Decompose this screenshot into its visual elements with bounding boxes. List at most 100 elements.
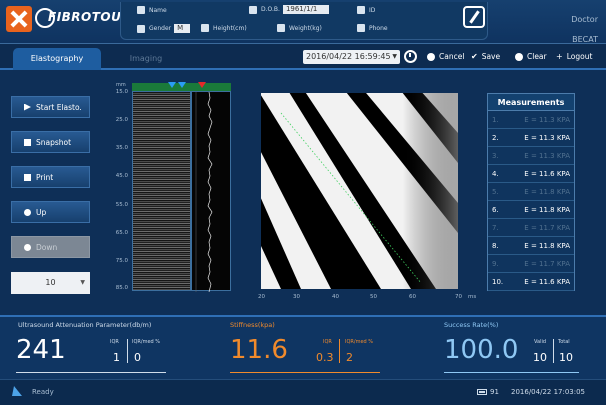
name-label: Name <box>149 6 167 14</box>
measurement-row[interactable]: 6. E = 11.8 KPA <box>488 201 574 219</box>
elastogram-image <box>261 93 458 289</box>
uap-underline <box>16 372 166 373</box>
success-divider <box>553 339 554 363</box>
depth-tick: 35.0 <box>115 145 128 151</box>
measurement-value: E = 11.6 KPA <box>524 169 570 178</box>
dob-value[interactable]: 1961/1/1 <box>282 5 329 14</box>
history-clock-icon[interactable] <box>404 50 417 63</box>
measurement-value: E = 11.7 KPA <box>524 259 570 268</box>
total-value: 10 <box>559 351 573 364</box>
start-elasto-button[interactable]: Start Elasto. <box>11 96 90 118</box>
measurement-index: 8. <box>492 241 499 250</box>
cancel-icon <box>427 52 435 61</box>
save-label: Save <box>481 52 501 61</box>
uap-iqr-value: 1 <box>113 351 120 364</box>
time-unit-label: ms <box>468 294 477 300</box>
tab-imaging[interactable]: Imaging <box>102 48 190 70</box>
phone-label: Phone <box>369 24 388 32</box>
battery-icon <box>477 389 487 395</box>
gender-value[interactable]: M <box>174 24 191 33</box>
stiffness-value: 11.6 <box>230 335 288 365</box>
stiffness-panel: Stiffness(kpa) 11.6 IQR 0.3 IQR/med % 2 <box>200 317 400 381</box>
measurement-index: 10. <box>492 277 504 286</box>
marker-blue-icon <box>168 82 176 88</box>
time-axis: 20 30 40 50 60 70 ms <box>256 294 476 304</box>
measurements-table: Measurements 1. E = 11.3 KPA 2. E = 11.3 KP… <box>487 93 575 291</box>
measurement-index: 5. <box>492 187 499 196</box>
measurement-row[interactable]: 10. E = 11.6 KPA <box>488 273 574 291</box>
id-field[interactable]: ID <box>357 6 375 14</box>
measurement-value: E = 11.8 KPA <box>524 241 570 250</box>
valid-label: Valid <box>534 339 547 345</box>
marker-red-icon <box>198 82 206 88</box>
valid-value: 10 <box>533 351 547 364</box>
system-time: 2016/04/22 17:03:05 <box>511 388 586 396</box>
down-icon <box>24 243 31 251</box>
height-field[interactable]: Height(cm) <box>201 24 247 32</box>
phone-field[interactable]: Phone <box>357 24 388 32</box>
measurement-row[interactable]: 5. E = 11.8 KPA <box>488 183 574 201</box>
stiffness-iqr-label: IQR <box>323 339 332 345</box>
exam-datetime-select[interactable]: 2016/04/22 16:59:45 ▼ <box>303 50 400 64</box>
cancel-button[interactable]: Cancel <box>427 52 464 61</box>
gender-icon <box>137 24 145 33</box>
measurement-row[interactable]: 2. E = 11.3 KPA <box>488 129 574 147</box>
measurement-row[interactable]: 9. E = 11.7 KPA <box>488 255 574 273</box>
save-button[interactable]: ✔ Save <box>471 52 500 61</box>
up-button[interactable]: Up <box>11 201 90 223</box>
measurements-title: Measurements <box>488 94 574 111</box>
measurement-row[interactable]: 8. E = 11.8 KPA <box>488 237 574 255</box>
success-underline <box>444 372 579 373</box>
edit-patient-icon[interactable] <box>463 6 485 28</box>
up-icon <box>24 208 31 216</box>
stiffness-iqrmed-value: 2 <box>346 351 353 364</box>
down-button[interactable]: Down <box>11 236 90 258</box>
printer-icon <box>24 173 31 181</box>
clear-button[interactable]: Clear <box>515 52 547 61</box>
time-tick: 40 <box>332 294 339 300</box>
play-icon <box>24 103 31 111</box>
logout-button[interactable]: + Logout <box>556 52 592 61</box>
stiffness-iqr-value: 0.3 <box>316 351 334 364</box>
patient-info-panel: Name D.O.B. 1961/1/1 ID Gender M Height(… <box>120 2 488 40</box>
fibrotouch-app: FIBROTOUCH Name D.O.B. 1961/1/1 ID Gende… <box>0 0 606 405</box>
measurement-row[interactable]: 3. E = 11.3 KPA <box>488 147 574 165</box>
print-button[interactable]: Print <box>11 166 90 188</box>
measurement-value: E = 11.8 KPA <box>524 205 570 214</box>
uap-iqrmed-value: 0 <box>134 351 141 364</box>
total-label: Total <box>558 339 570 345</box>
depth-tick: 15.0 <box>115 89 128 95</box>
id-label: ID <box>369 6 376 14</box>
measurement-row[interactable]: 7. E = 11.7 KPA <box>488 219 574 237</box>
cancel-label: Cancel <box>439 52 465 61</box>
name-field[interactable]: Name <box>137 6 167 14</box>
uap-divider <box>127 339 128 363</box>
stiffness-underline <box>230 372 380 373</box>
start-elasto-label: Start Elasto. <box>36 102 82 112</box>
id-card-icon <box>357 6 365 14</box>
depth-tick: 25.0 <box>115 117 128 123</box>
dob-label: D.O.B. <box>261 6 280 13</box>
measurement-row[interactable]: 1. E = 11.3 KPA <box>488 111 574 129</box>
measurement-index: 6. <box>492 205 499 214</box>
uap-panel: Ultrasound Attenuation Parameter(db/m) 2… <box>0 317 200 381</box>
tab-elastography[interactable]: Elastography <box>13 48 101 70</box>
ruler-icon <box>201 24 209 32</box>
stiffness-iqrmed-label: IQR/med % <box>345 339 374 345</box>
measurement-value: E = 11.6 KPA <box>524 277 570 286</box>
battery-level: 91 <box>490 388 499 396</box>
weight-field[interactable]: Weight(kg) <box>277 24 322 32</box>
snapshot-button[interactable]: Snapshot <box>11 131 90 153</box>
time-tick: 50 <box>370 294 377 300</box>
depth-select[interactable]: 10 ▼ <box>11 272 90 294</box>
time-tick: 60 <box>409 294 416 300</box>
gender-field[interactable]: Gender M <box>137 24 191 33</box>
measurement-row[interactable]: 4. E = 11.6 KPA <box>488 165 574 183</box>
marker-blue-icon <box>178 82 186 88</box>
dob-field[interactable]: D.O.B. 1961/1/1 <box>249 5 329 14</box>
measurement-index: 4. <box>492 169 499 178</box>
clear-label: Clear <box>527 52 547 61</box>
top-bar: FIBROTOUCH Name D.O.B. 1961/1/1 ID Gende… <box>0 0 606 44</box>
status-text: Ready <box>32 388 54 396</box>
phone-icon <box>357 24 365 32</box>
